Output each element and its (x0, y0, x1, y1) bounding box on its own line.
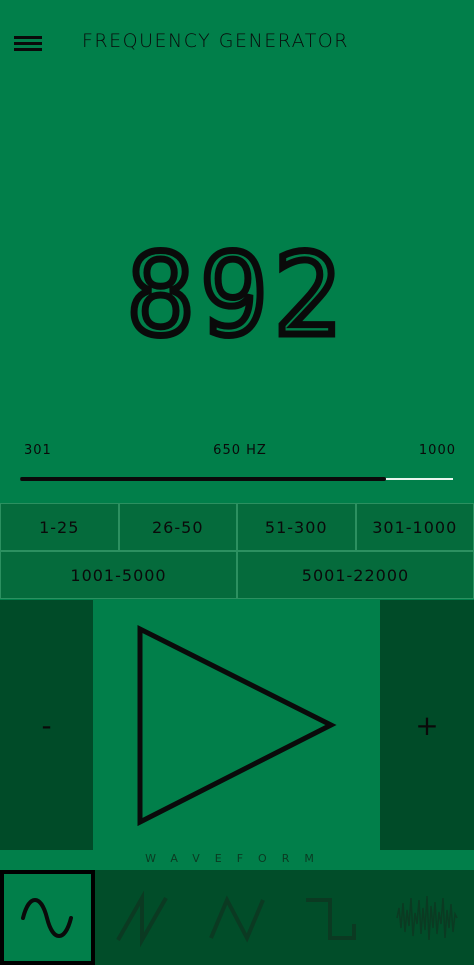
triangle-wave-icon (209, 894, 265, 943)
frequency-readout: 892 (123, 231, 348, 361)
sine-wave-button[interactable] (0, 870, 95, 965)
waveform-selector (0, 870, 474, 965)
sawtooth-wave-icon (116, 889, 168, 948)
frequency-slider[interactable] (20, 476, 453, 484)
range-button-301-1000[interactable]: 301-1000 (355, 503, 474, 551)
decrement-button[interactable]: - (0, 600, 93, 850)
play-button[interactable] (93, 600, 380, 850)
top-bar: FREQUENCY GENERATOR (0, 0, 474, 86)
slider-fill (20, 477, 387, 481)
slider-mid-label: 650 HZ (213, 443, 267, 458)
range-button-26-50[interactable]: 26-50 (118, 503, 237, 551)
hamburger-menu-icon[interactable] (14, 36, 42, 54)
range-button-1001-5000[interactable]: 1001-5000 (0, 551, 237, 599)
range-button-51-300[interactable]: 51-300 (237, 503, 356, 551)
sawtooth-wave-button[interactable] (95, 870, 190, 965)
range-row-1: 1-25 26-50 51-300 301-1000 (0, 503, 474, 551)
increment-button[interactable]: + (380, 600, 474, 850)
control-area: - + (0, 600, 474, 850)
triangle-wave-button[interactable] (190, 870, 285, 965)
slider-max-label: 1000 (418, 443, 456, 458)
range-button-5001-22000[interactable]: 5001-22000 (237, 551, 474, 599)
range-selector: 1-25 26-50 51-300 301-1000 1001-5000 500… (0, 503, 474, 599)
noise-wave-icon (395, 895, 458, 940)
play-triangle-icon (137, 624, 337, 827)
square-wave-icon (305, 897, 356, 940)
app-title: FREQUENCY GENERATOR (82, 30, 349, 52)
noise-wave-button[interactable] (379, 870, 474, 965)
slider-labels: 301 650 HZ 1000 (22, 443, 458, 461)
range-button-1-25[interactable]: 1-25 (0, 503, 119, 551)
waveform-label: WAVEFORM (145, 852, 329, 865)
range-row-2: 1001-5000 5001-22000 (0, 551, 474, 599)
square-wave-button[interactable] (284, 870, 379, 965)
sine-wave-icon (21, 897, 74, 938)
